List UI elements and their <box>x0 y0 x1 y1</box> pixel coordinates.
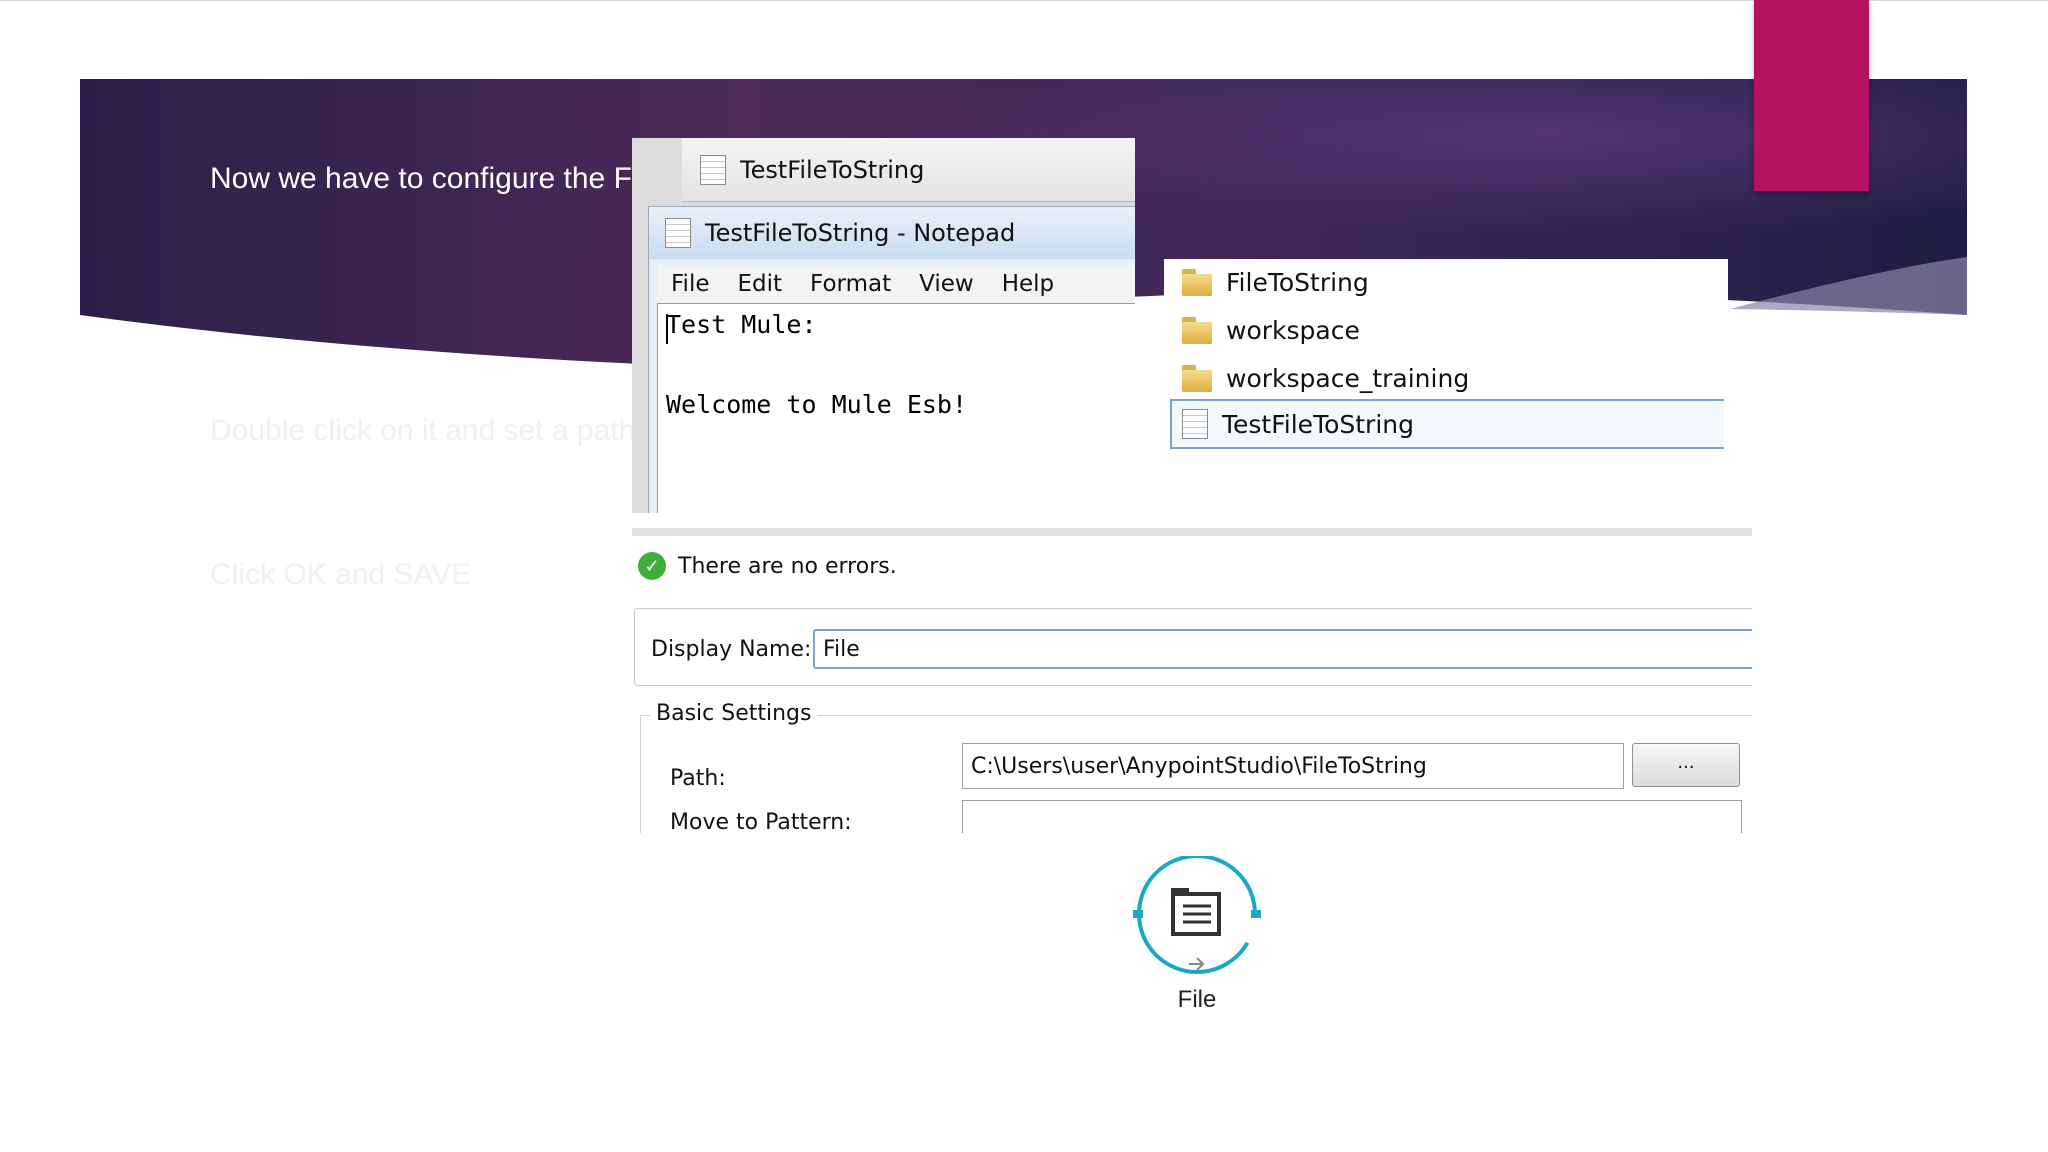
notepad-menubar: File Edit Format View Help <box>657 265 1135 303</box>
validation-status: ✓ There are no errors. <box>638 548 897 584</box>
connector-properties-panel: ✓ There are no errors. Display Name: Bas… <box>632 528 1752 833</box>
text-document-icon <box>1182 409 1208 439</box>
notepad-icon <box>665 218 691 248</box>
notepad-text-area[interactable]: Test Mule: Welcome to Mule Esb! <box>657 303 1135 513</box>
explorer-item-label: workspace_training <box>1226 363 1470 393</box>
slide-bullet-save: Click OK and SAVE <box>210 558 472 591</box>
explorer-item-workspace-training[interactable]: workspace_training <box>1174 355 1728 401</box>
display-name-label: Display Name: <box>651 637 812 662</box>
file-explorer-list: FileToString workspace workspace_trainin… <box>1164 259 1728 521</box>
menu-file[interactable]: File <box>657 271 724 297</box>
explorer-item-label: TestFileToString <box>1222 409 1414 439</box>
path-label: Path: <box>670 766 726 791</box>
display-name-group: Display Name: <box>634 608 1752 686</box>
notepad-titlebar[interactable]: TestFileToString - Notepad <box>649 207 1135 259</box>
status-text: There are no errors. <box>678 553 897 579</box>
panel-header-bar <box>632 528 1752 536</box>
notepad-line-1: Test Mule: <box>666 310 817 339</box>
file-tab[interactable]: TestFileToString <box>682 138 1135 202</box>
path-input[interactable] <box>962 743 1624 789</box>
notepad-line-2: Welcome to Mule Esb! <box>666 390 968 419</box>
menu-help[interactable]: Help <box>988 271 1068 297</box>
explorer-item-filetostring[interactable]: FileToString <box>1174 259 1728 305</box>
file-connector-icon <box>1133 854 1261 974</box>
file-connector-label: File <box>1177 986 1217 1013</box>
display-name-input[interactable] <box>813 629 1752 669</box>
file-tab-title: TestFileToString <box>740 155 925 184</box>
folder-icon <box>1182 269 1212 296</box>
menu-format[interactable]: Format <box>796 271 905 297</box>
menu-view[interactable]: View <box>905 271 988 297</box>
slide-heading: Now we have to configure the F <box>210 162 632 195</box>
folder-icon <box>1182 317 1212 344</box>
browse-button[interactable]: ... <box>1632 743 1740 787</box>
notepad-screenshot: TestFileToString TestFileToString - Note… <box>632 138 1135 513</box>
folder-icon <box>1182 365 1212 392</box>
accent-bar <box>1754 0 1869 191</box>
move-to-pattern-label: Move to Pattern: <box>670 810 852 833</box>
menu-edit[interactable]: Edit <box>724 271 797 297</box>
check-icon: ✓ <box>638 552 666 580</box>
explorer-item-label: workspace <box>1226 315 1360 345</box>
notepad-window: TestFileToString - Notepad File Edit For… <box>648 206 1135 513</box>
explorer-item-workspace[interactable]: workspace <box>1174 307 1728 353</box>
file-connector[interactable] <box>1127 854 1267 986</box>
text-document-icon <box>700 154 726 185</box>
explorer-item-label: FileToString <box>1226 267 1369 297</box>
move-to-pattern-input[interactable] <box>962 800 1742 833</box>
slide-bullet-double-click: Double click on it and set a path <box>210 414 636 447</box>
top-divider <box>0 0 2048 1</box>
explorer-item-testfiletostring[interactable]: TestFileToString <box>1170 399 1724 449</box>
notepad-title: TestFileToString - Notepad <box>705 219 1016 247</box>
basic-settings-legend: Basic Settings <box>650 701 818 726</box>
